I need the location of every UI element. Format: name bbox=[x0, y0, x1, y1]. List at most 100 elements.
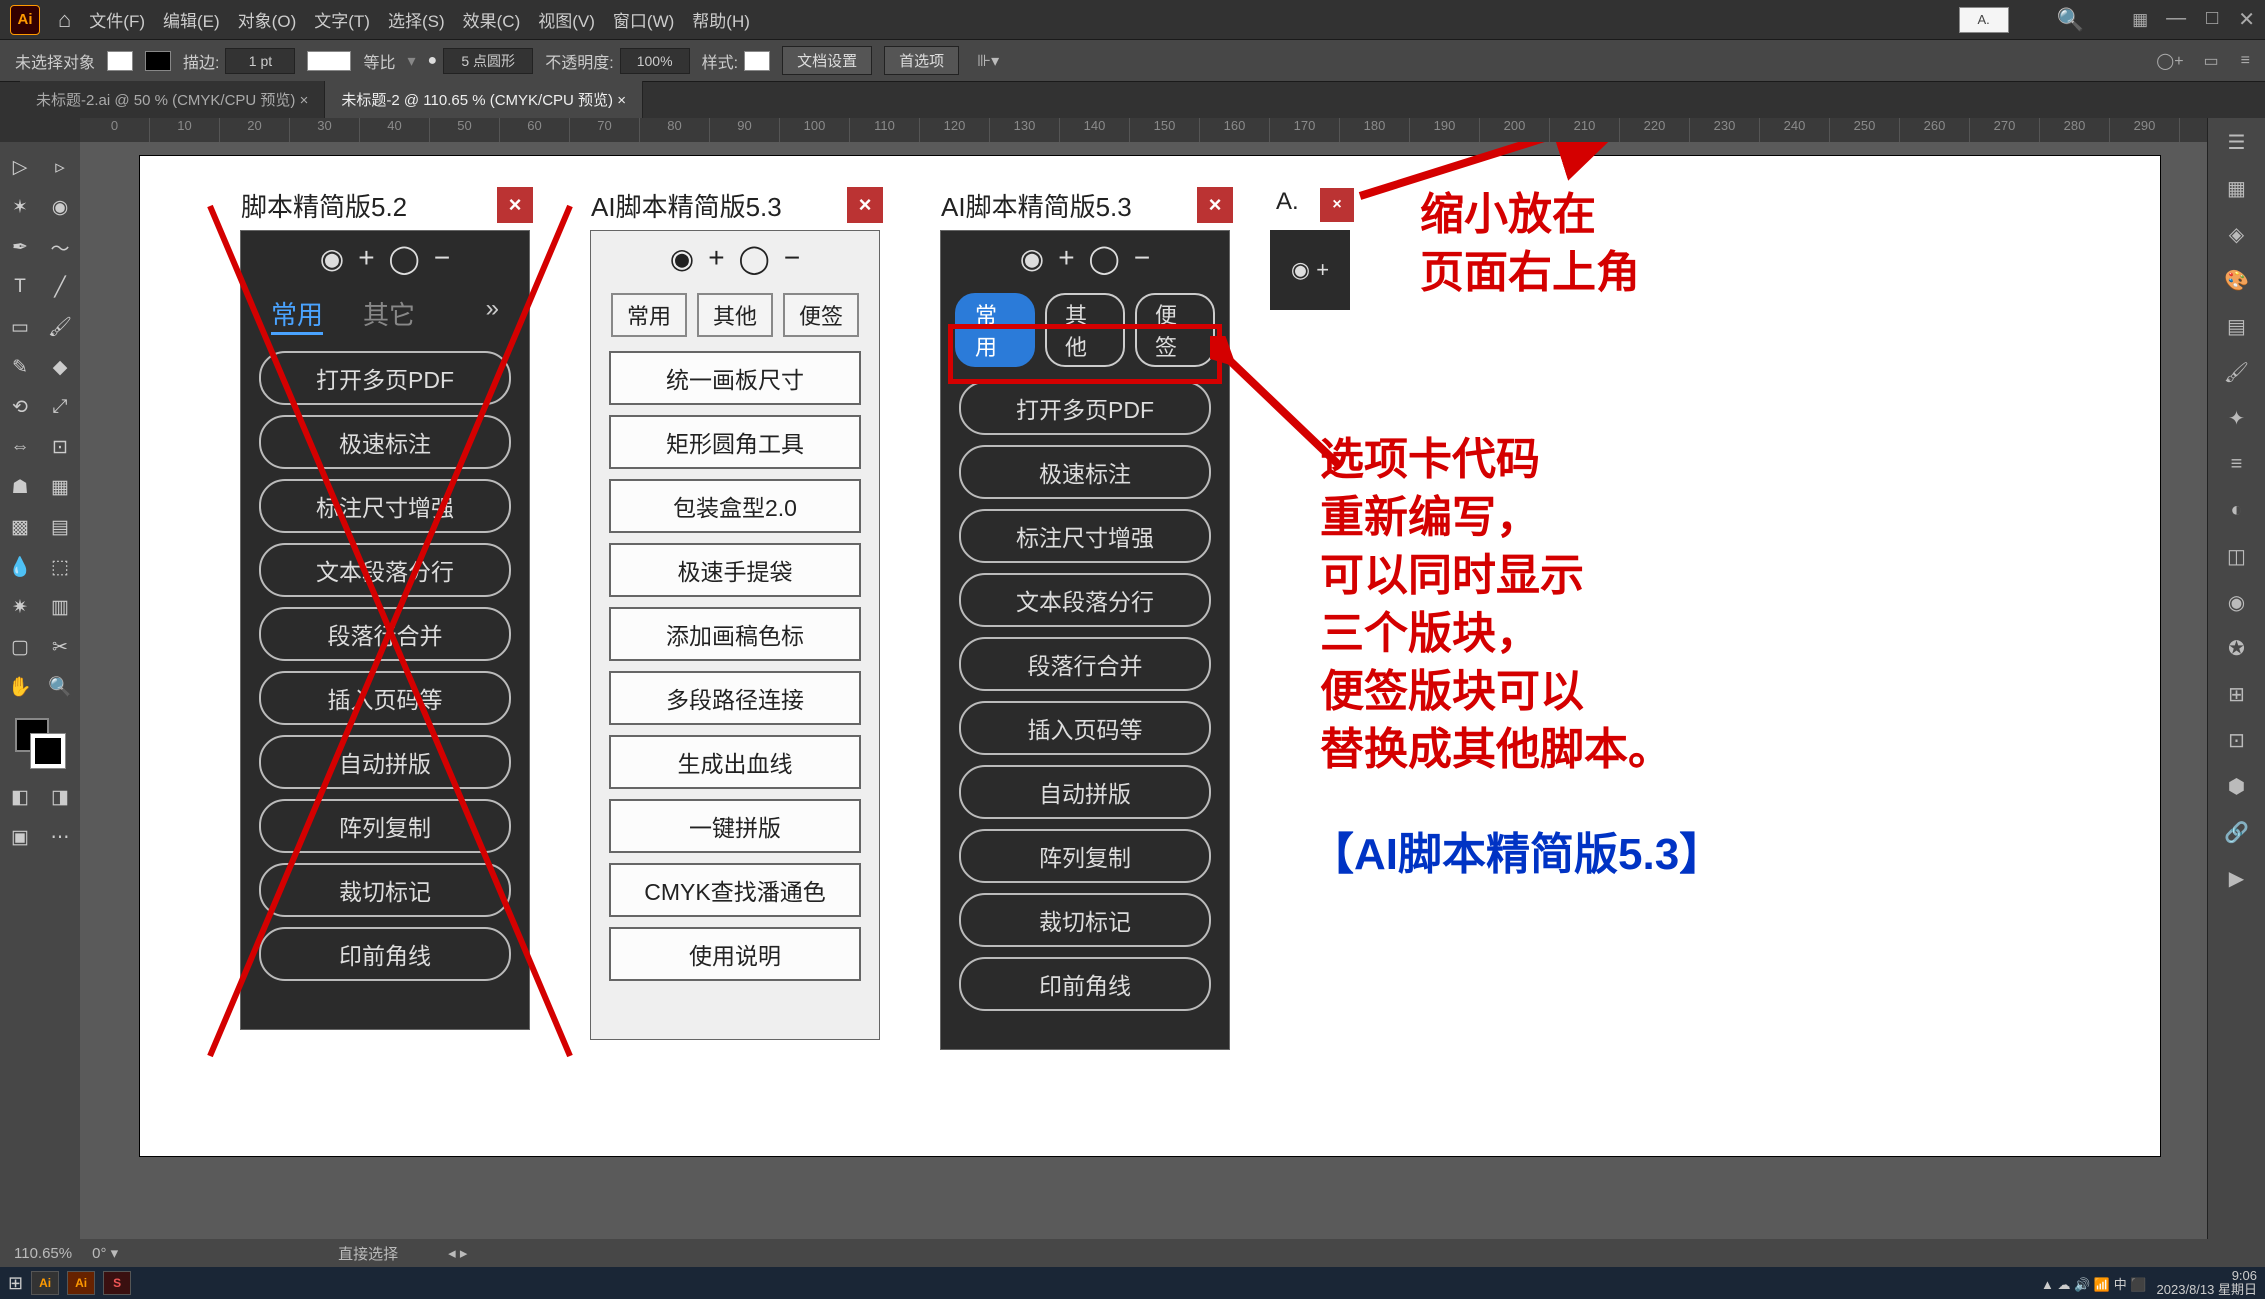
magic-wand-icon[interactable]: ✶ bbox=[0, 188, 40, 226]
graph-tool-icon[interactable]: ▥ bbox=[40, 588, 80, 626]
properties-panel-icon[interactable]: ☰ bbox=[2221, 126, 2253, 158]
script-button-0[interactable]: 打开多页PDF bbox=[959, 381, 1211, 435]
align-right-icon[interactable]: ◯+ bbox=[2156, 51, 2183, 71]
panel53dark-close-button[interactable]: × bbox=[1197, 187, 1233, 223]
zoom-level[interactable]: 110.65% bbox=[14, 1245, 72, 1262]
shaper-tool-icon[interactable]: ✎ bbox=[0, 348, 40, 386]
rotate-tool-icon[interactable]: ⟲ bbox=[0, 388, 40, 426]
script-button-1[interactable]: 极速标注 bbox=[959, 445, 1211, 499]
slice-tool-icon[interactable]: ✂ bbox=[40, 628, 80, 666]
script-button-3[interactable]: 极速手提袋 bbox=[609, 543, 861, 597]
script-button-2[interactable]: 包装盒型2.0 bbox=[609, 479, 861, 533]
home-icon[interactable]: ⌂ bbox=[58, 7, 71, 33]
tray-icons[interactable]: ▲ ☁ 🔊 📶 中 ⬛ bbox=[2041, 1274, 2147, 1293]
search-icon[interactable]: 🔍 bbox=[2057, 7, 2084, 33]
zoom-tool-icon[interactable]: 🔍 bbox=[40, 668, 80, 706]
links-panel-icon[interactable]: 🔗 bbox=[2221, 816, 2253, 848]
script-button-4[interactable]: 段落行合并 bbox=[959, 637, 1211, 691]
menu-help[interactable]: 帮助(H) bbox=[692, 7, 750, 32]
taskbar-app-3[interactable]: S bbox=[103, 1271, 131, 1295]
free-transform-icon[interactable]: ⊡ bbox=[40, 428, 80, 466]
type-tool-icon[interactable]: T bbox=[0, 268, 40, 306]
stroke-swatch[interactable] bbox=[145, 51, 171, 71]
taskbar-app-1[interactable]: Ai bbox=[31, 1271, 59, 1295]
pathfinder-icon[interactable]: ⬢ bbox=[2221, 770, 2253, 802]
menu-file[interactable]: 文件(F) bbox=[89, 7, 145, 32]
curvature-tool-icon[interactable]: 〜 bbox=[40, 228, 80, 266]
menu-effect[interactable]: 效果(C) bbox=[463, 7, 521, 32]
style-swatch[interactable] bbox=[744, 51, 770, 71]
panel-collapse-icon[interactable]: ▭ bbox=[2204, 51, 2219, 71]
menu-edit[interactable]: 编辑(E) bbox=[163, 7, 220, 32]
radio-selected-icon[interactable]: ◉ bbox=[670, 242, 694, 275]
scale-tool-icon[interactable]: ⤢ bbox=[40, 388, 80, 426]
shape-builder-icon[interactable]: ☗ bbox=[0, 468, 40, 506]
script-button-7[interactable]: 一键拼版 bbox=[609, 799, 861, 853]
graphic-styles-icon[interactable]: ✪ bbox=[2221, 632, 2253, 664]
edit-toolbar-icon[interactable]: ⋯ bbox=[40, 818, 80, 856]
panel53light-tab-0[interactable]: 常用 bbox=[611, 293, 687, 337]
eraser-icon[interactable]: ◆ bbox=[40, 348, 80, 386]
artboard-tool-icon[interactable]: ▢ bbox=[0, 628, 40, 666]
transparency-panel-icon[interactable]: ◫ bbox=[2221, 540, 2253, 572]
opacity-input[interactable] bbox=[620, 48, 690, 74]
menu-select[interactable]: 选择(S) bbox=[388, 7, 445, 32]
menu-view[interactable]: 视图(V) bbox=[538, 7, 595, 32]
eyedropper-icon[interactable]: 💧 bbox=[0, 548, 40, 586]
doc-tab-0[interactable]: 未标题-2.ai @ 50 % (CMYK/CPU 预览) × bbox=[20, 81, 325, 118]
radio-unselected-icon[interactable]: ◯ bbox=[1089, 242, 1120, 275]
hand-tool-icon[interactable]: ✋ bbox=[0, 668, 40, 706]
brushes-panel-icon[interactable]: 🖌 bbox=[2221, 356, 2253, 388]
layers-icon[interactable]: ◈ bbox=[2221, 218, 2253, 250]
radio-unselected-icon[interactable]: ◯ bbox=[739, 242, 770, 275]
color-swatch[interactable] bbox=[15, 718, 65, 768]
radio-selected-icon[interactable]: ◉ bbox=[1020, 242, 1044, 275]
script-button-5[interactable]: 插入页码等 bbox=[959, 701, 1211, 755]
script-button-9[interactable]: 印前角线 bbox=[959, 957, 1211, 1011]
brush-shape-input[interactable] bbox=[443, 48, 533, 74]
arrange-docs-icon[interactable]: ▦ bbox=[2132, 10, 2148, 30]
script-button-7[interactable]: 阵列复制 bbox=[959, 829, 1211, 883]
script-button-3[interactable]: 文本段落分行 bbox=[959, 573, 1211, 627]
panel-menu-icon[interactable]: ≡ bbox=[2241, 52, 2250, 70]
script-button-9[interactable]: 使用说明 bbox=[609, 927, 861, 981]
stroke-weight-input[interactable] bbox=[225, 48, 295, 74]
start-icon[interactable]: ⊞ bbox=[8, 1273, 23, 1294]
selection-tool-icon[interactable]: ▷ bbox=[0, 148, 40, 186]
menu-object[interactable]: 对象(O) bbox=[238, 7, 297, 32]
color-panel-icon[interactable]: 🎨 bbox=[2221, 264, 2253, 296]
doc-setup-button[interactable]: 文档设置 bbox=[782, 46, 872, 75]
uniform-label[interactable]: 等比 bbox=[363, 49, 395, 73]
align-icon[interactable]: ⊪▾ bbox=[977, 51, 999, 71]
draw-mode-icon[interactable]: ◨ bbox=[40, 778, 80, 816]
lasso-icon[interactable]: ◉ bbox=[40, 188, 80, 226]
gradient-tool-icon[interactable]: ▤ bbox=[40, 508, 80, 546]
script-button-5[interactable]: 多段路径连接 bbox=[609, 671, 861, 725]
perspective-icon[interactable]: ▦ bbox=[40, 468, 80, 506]
taskbar-app-2[interactable]: Ai bbox=[67, 1271, 95, 1295]
canvas[interactable]: 脚本精简版5.2 × ◉ + ◯ − 常用 其它 » 打开多页PDF极速标注标注… bbox=[80, 142, 2207, 1239]
minimize-icon[interactable]: — bbox=[2166, 7, 2186, 32]
brush-swatch[interactable] bbox=[307, 51, 351, 71]
maximize-icon[interactable]: □ bbox=[2206, 7, 2218, 32]
swatches-panel-icon[interactable]: ▤ bbox=[2221, 310, 2253, 342]
prefs-button[interactable]: 首选项 bbox=[884, 46, 959, 75]
appearance-panel-icon[interactable]: ◉ bbox=[2221, 586, 2253, 618]
paintbrush-icon[interactable]: 🖌 bbox=[40, 308, 80, 346]
script-button-6[interactable]: 自动拼版 bbox=[959, 765, 1211, 819]
panel53light-close-button[interactable]: × bbox=[847, 187, 883, 223]
color-mode-icon[interactable]: ◧ bbox=[0, 778, 40, 816]
close-icon[interactable]: ✕ bbox=[2238, 7, 2255, 32]
line-tool-icon[interactable]: ╱ bbox=[40, 268, 80, 306]
rotate-view-icon[interactable]: 0° ▾ bbox=[92, 1244, 118, 1262]
stroke-panel-icon[interactable]: ≡ bbox=[2221, 448, 2253, 480]
panel53light-tab-1[interactable]: 其他 bbox=[697, 293, 773, 337]
actions-panel-icon[interactable]: ▶ bbox=[2221, 862, 2253, 894]
blend-tool-icon[interactable]: ⬚ bbox=[40, 548, 80, 586]
script-button-2[interactable]: 标注尺寸增强 bbox=[959, 509, 1211, 563]
script-button-6[interactable]: 生成出血线 bbox=[609, 735, 861, 789]
script-button-4[interactable]: 添加画稿色标 bbox=[609, 607, 861, 661]
direct-select-tool-icon[interactable]: ▹ bbox=[40, 148, 80, 186]
script-button-1[interactable]: 矩形圆角工具 bbox=[609, 415, 861, 469]
transform-panel-icon[interactable]: ⊡ bbox=[2221, 724, 2253, 756]
